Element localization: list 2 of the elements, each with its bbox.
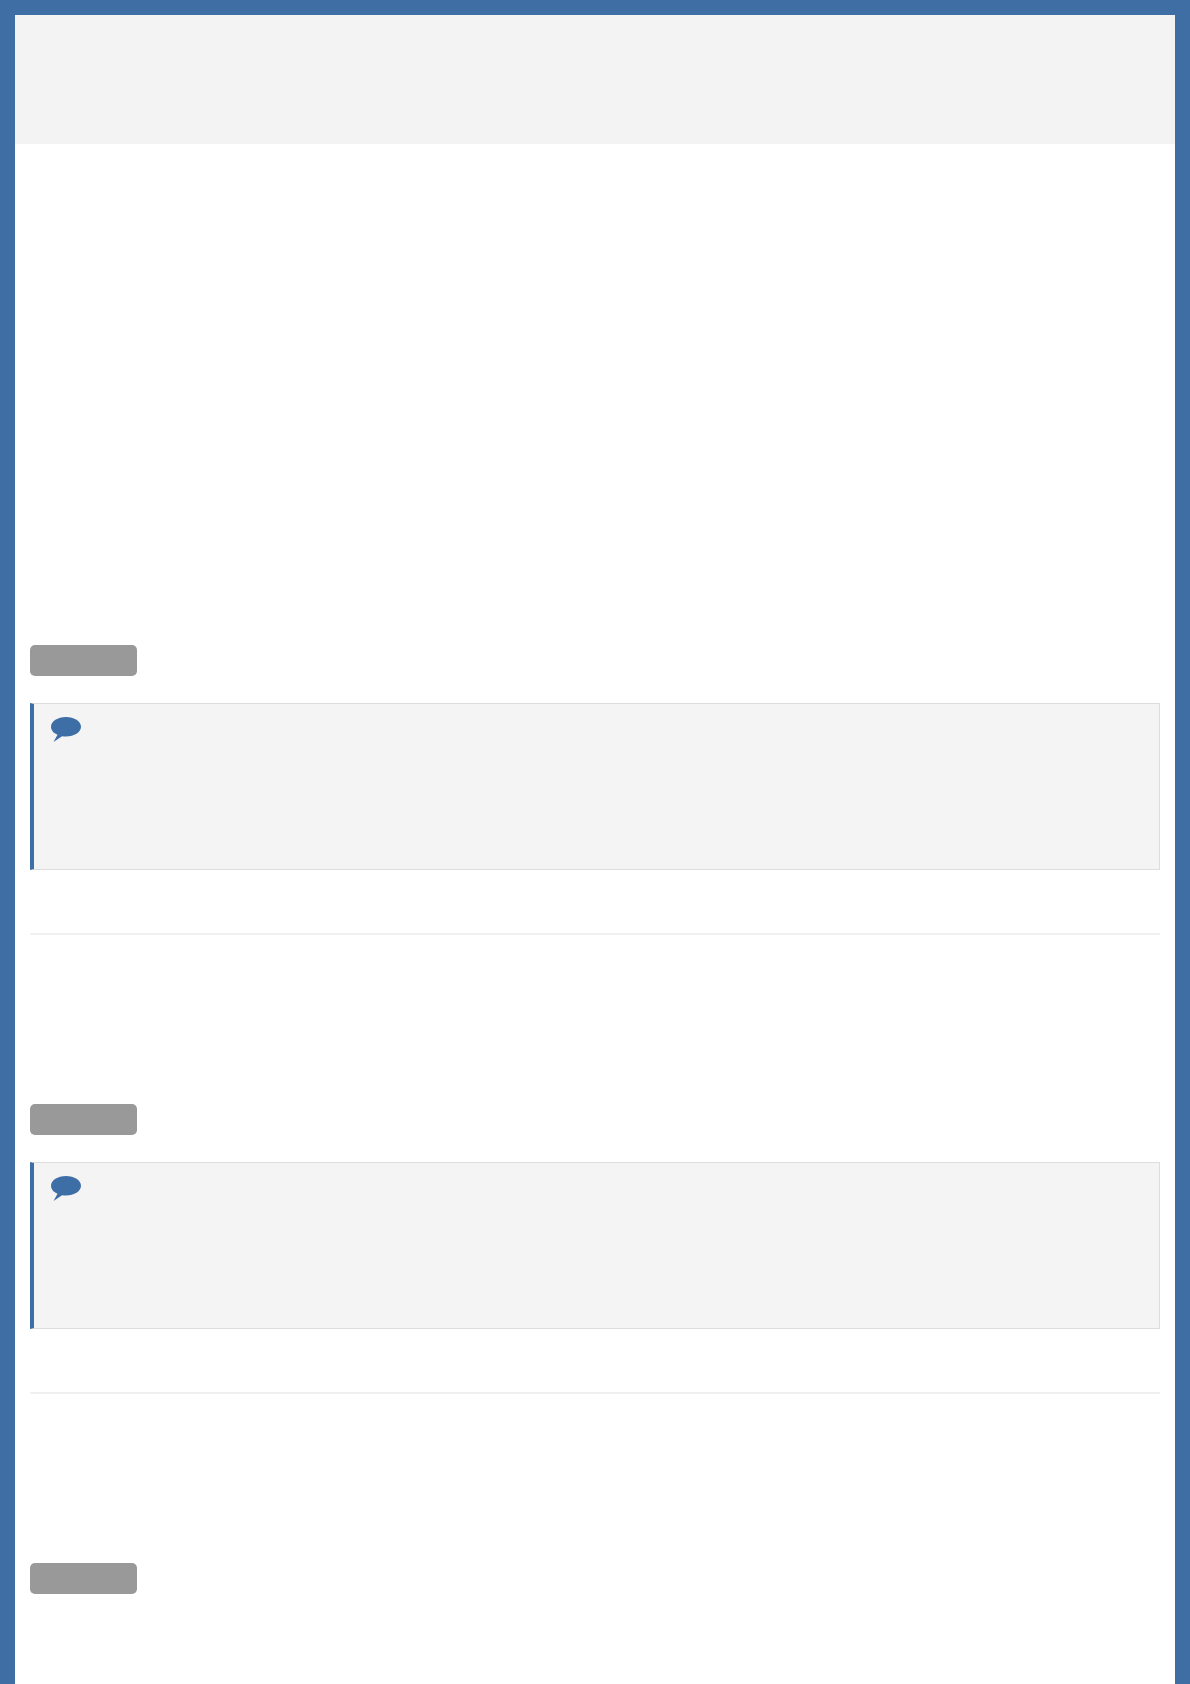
speech-bubble-icon bbox=[50, 716, 82, 743]
speech-bubble-icon bbox=[50, 1175, 82, 1202]
